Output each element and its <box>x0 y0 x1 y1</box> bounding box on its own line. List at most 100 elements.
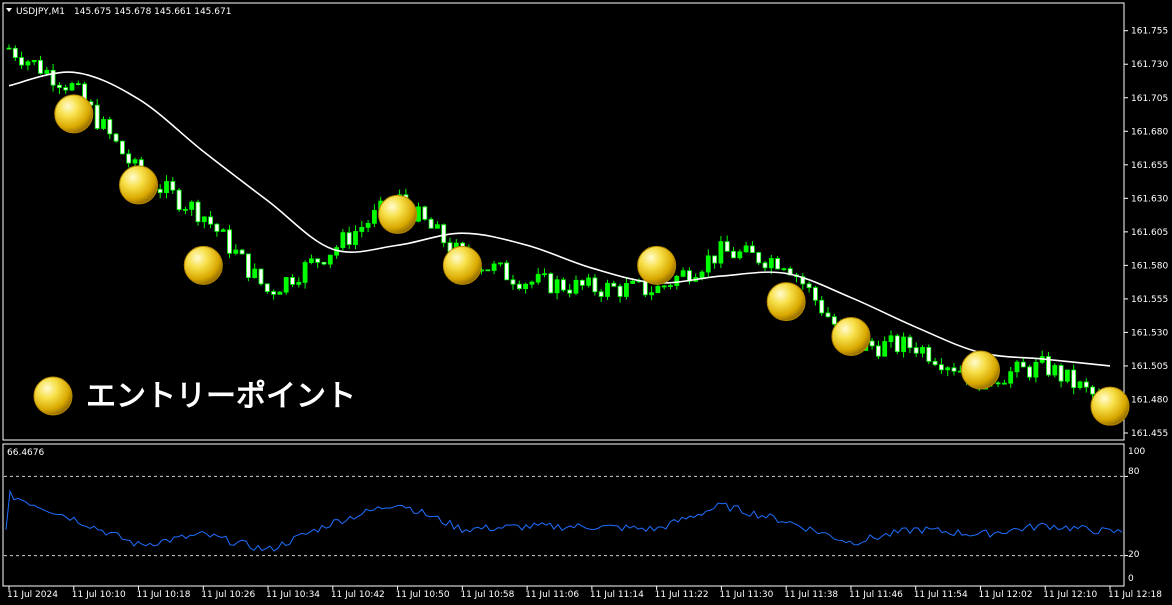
candle-body <box>642 280 648 296</box>
time-tick-label: 11 Jul 10:50 <box>396 590 450 600</box>
candle-body <box>50 69 56 86</box>
candle-body <box>674 275 680 286</box>
candle-body <box>699 271 705 278</box>
candle-body <box>63 87 69 91</box>
candle-body <box>894 335 900 353</box>
entry-point-coin <box>54 94 94 134</box>
time-tick-label: 11 Jul 11:06 <box>525 590 579 600</box>
price-tick-label: 161.755 <box>1131 27 1168 37</box>
candle-body <box>649 292 654 296</box>
entry-point-coin <box>766 282 806 322</box>
price-tick-label: 161.530 <box>1131 328 1168 338</box>
candle-body <box>327 254 333 265</box>
candle-body <box>252 268 258 278</box>
time-tick-label: 11 Jul 11:22 <box>655 590 709 600</box>
candle-body <box>69 83 75 91</box>
candle-body <box>554 279 560 294</box>
price-tick-label: 161.505 <box>1131 362 1168 372</box>
candle-body <box>567 289 573 294</box>
rsi-axis: 100 80 20 0 <box>1128 447 1145 584</box>
candle-body <box>214 223 220 232</box>
candle-body <box>668 285 673 287</box>
candle-body <box>113 133 119 142</box>
candle-body <box>737 251 743 259</box>
candle-body <box>516 283 522 290</box>
candle-body <box>12 47 18 58</box>
time-tick-label: 11 Jul 12:02 <box>978 590 1032 600</box>
candle-body <box>340 232 346 249</box>
candle-body <box>94 104 100 129</box>
candle-body <box>208 216 214 225</box>
rsi-tick: 100 <box>1128 447 1145 457</box>
candle-body <box>416 206 421 222</box>
time-tick-label: 11 Jul 10:34 <box>266 590 320 600</box>
time-tick-label: 11 Jul 10:58 <box>460 590 514 600</box>
time-tick-label: 11 Jul 10:18 <box>137 590 191 600</box>
candle-body <box>813 287 818 301</box>
candle-body <box>164 181 169 193</box>
price-axis: 161.755 161.730 161.705 161.680 161.655 161.6… <box>1124 27 1168 439</box>
candle-body <box>19 57 25 66</box>
candle-body <box>101 119 106 129</box>
coin-icon <box>33 376 73 416</box>
candle-body <box>126 153 132 164</box>
price-tick-label: 161.555 <box>1131 295 1168 305</box>
price-tick-label: 161.680 <box>1131 127 1168 137</box>
rsi-tick: 20 <box>1128 550 1140 560</box>
entry-point-coin <box>1090 386 1130 426</box>
candle-body <box>227 229 232 254</box>
time-tick-label: 11 Jul 11:46 <box>849 590 903 600</box>
candle-body <box>31 60 37 63</box>
candle-body <box>189 201 195 210</box>
candle-body <box>271 291 277 295</box>
candle-body <box>308 258 314 263</box>
candle-body <box>750 245 755 253</box>
price-chart[interactable]: USDJPY,M1 145.675 145.678 145.661 145.67… <box>0 0 1172 605</box>
candle-body <box>497 262 503 265</box>
candle-body <box>1083 381 1089 388</box>
candle-body <box>365 222 371 228</box>
candle-body <box>233 249 239 254</box>
candle-body <box>25 61 31 66</box>
entry-legend-label: エントリーポイント <box>86 379 356 414</box>
candle-body <box>485 269 491 272</box>
candle-body <box>932 360 938 366</box>
candle-body <box>258 268 264 285</box>
candle-body <box>422 206 428 220</box>
candle-body <box>239 249 245 255</box>
candle-body <box>245 253 251 278</box>
candle-body <box>535 273 541 283</box>
time-tick-label: 11 Jul 10:26 <box>201 590 255 600</box>
candle-body <box>302 262 308 283</box>
candle-body <box>157 188 163 193</box>
ohlc-label: 145.675 145.678 145.661 145.671 <box>74 7 231 17</box>
candle-body <box>290 277 295 285</box>
candle-body <box>869 340 875 347</box>
candle-body <box>756 252 762 264</box>
time-tick-label: 11 Jul 12:10 <box>1043 590 1097 600</box>
candle-body <box>705 255 711 273</box>
candle-body <box>579 279 585 286</box>
candle-body <box>1002 382 1007 385</box>
candle-body <box>1027 366 1032 378</box>
candle-body <box>529 281 535 285</box>
rsi-tick: 0 <box>1128 574 1134 584</box>
candle-body <box>655 285 661 294</box>
candle-body <box>926 347 932 362</box>
entry-point-coin <box>637 245 677 285</box>
candle-body <box>548 273 554 294</box>
candle-body <box>617 285 623 297</box>
candle-body <box>775 258 780 270</box>
candle-body <box>1014 361 1020 373</box>
candle-body <box>1058 365 1064 382</box>
candle-body <box>491 263 497 271</box>
candle-body <box>592 277 598 293</box>
candle-body <box>718 241 724 264</box>
price-tick-label: 161.705 <box>1131 94 1168 104</box>
candle-body <box>428 218 434 229</box>
candle-body <box>132 159 138 164</box>
candle-body <box>762 262 768 269</box>
candle-body <box>630 280 636 284</box>
candle-body <box>264 283 270 292</box>
candle-body <box>661 285 667 288</box>
